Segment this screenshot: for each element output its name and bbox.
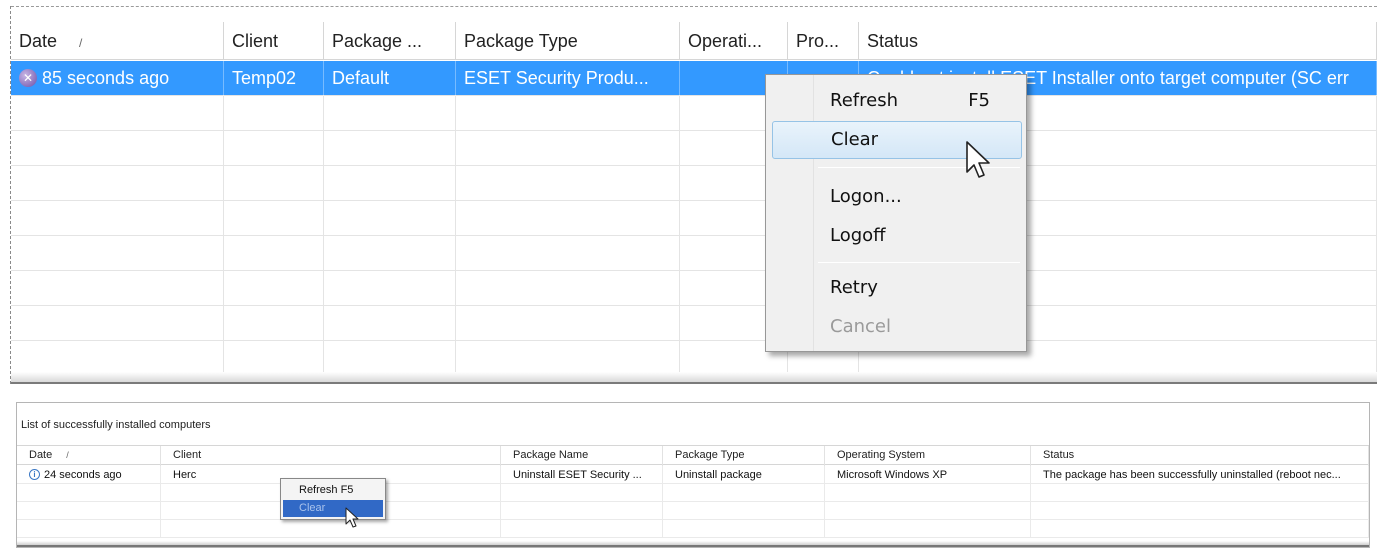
cell-date: ✕ 85 seconds ago xyxy=(11,61,224,96)
empty-row xyxy=(11,236,1377,271)
empty-row xyxy=(11,201,1377,236)
top-table-body: ✕ 85 seconds ago Temp02 Default ESET Secu… xyxy=(11,61,1377,376)
cell-package-name: Uninstall ESET Security ... xyxy=(501,466,663,484)
menu-item-label: Retry xyxy=(830,277,878,298)
info-icon: i xyxy=(29,468,40,480)
empty-row xyxy=(17,484,1369,502)
menu-separator xyxy=(818,262,1020,263)
sort-indicator-icon: / xyxy=(79,36,83,50)
column-header-status[interactable]: Status xyxy=(1031,446,1369,466)
empty-row xyxy=(11,131,1377,166)
menu-item-label: Refresh xyxy=(830,90,898,111)
cell-status: The package has been successfully uninst… xyxy=(1031,466,1369,484)
empty-row xyxy=(17,520,1369,538)
error-icon: ✕ xyxy=(19,68,37,87)
menu-item-refresh[interactable]: Refresh F5 xyxy=(772,82,1022,120)
top-panel: Date / Client Package ... Package Type Op… xyxy=(10,6,1377,384)
empty-row xyxy=(11,166,1377,201)
sort-indicator-icon: / xyxy=(66,450,69,460)
menu-item-logoff[interactable]: Logoff xyxy=(772,217,1022,255)
column-header-operating-system[interactable]: Operating System xyxy=(825,446,1031,466)
empty-row xyxy=(11,96,1377,131)
mouse-pointer-icon xyxy=(345,507,359,528)
panel-title: List of successfully installed computers xyxy=(21,419,211,431)
column-header-package-name[interactable]: Package Name xyxy=(501,446,663,466)
table-row[interactable]: ✕ 85 seconds ago Temp02 Default ESET Secu… xyxy=(11,61,1377,96)
empty-row xyxy=(17,502,1369,520)
bottom-table-body: i 24 seconds ago Herc Uninstall ESET Secu… xyxy=(17,466,1369,538)
context-menu: Refresh F5 Clear Logon... Logoff Retry Ca… xyxy=(765,74,1027,352)
menu-item-cancel: Cancel xyxy=(772,308,1022,346)
torn-edge-top xyxy=(11,6,1377,16)
column-header-label: Date xyxy=(19,31,58,51)
menu-item-clear[interactable]: Clear xyxy=(283,500,383,517)
menu-item-label: Clear xyxy=(831,129,879,150)
column-header-operating-system[interactable]: Operati... xyxy=(680,22,788,60)
mini-context-menu: Refresh F5 Clear xyxy=(280,478,386,520)
column-header-status[interactable]: Status xyxy=(859,22,1377,60)
column-header-date[interactable]: Date / xyxy=(11,22,224,60)
column-header-label: Date xyxy=(29,449,53,461)
table-row[interactable]: i 24 seconds ago Herc Uninstall ESET Secu… xyxy=(17,466,1369,484)
menu-item-label: Logon... xyxy=(830,186,902,207)
cell-date-text: 24 seconds ago xyxy=(44,469,122,481)
menu-item-refresh[interactable]: Refresh F5 xyxy=(283,482,383,499)
top-table-header: Date / Client Package ... Package Type Op… xyxy=(11,22,1377,60)
cell-client: Temp02 xyxy=(224,61,324,96)
empty-row xyxy=(11,306,1377,341)
menu-item-logon[interactable]: Logon... xyxy=(772,178,1022,216)
column-header-client[interactable]: Client xyxy=(161,446,501,466)
bottom-panel: List of successfully installed computers… xyxy=(16,402,1370,548)
empty-row xyxy=(11,341,1377,376)
column-header-progress[interactable]: Pro... xyxy=(788,22,859,60)
mouse-pointer-icon xyxy=(966,141,990,178)
cell-date: i 24 seconds ago xyxy=(17,466,161,484)
column-header-client[interactable]: Client xyxy=(224,22,324,60)
cell-package-type: Uninstall package xyxy=(663,466,825,484)
menu-item-label: Logoff xyxy=(830,225,886,246)
menu-item-label: Cancel xyxy=(830,316,891,337)
column-header-date[interactable]: Date / xyxy=(17,446,161,466)
torn-edge-bottom xyxy=(17,541,1369,547)
empty-row xyxy=(11,271,1377,306)
cell-package: Default xyxy=(324,61,456,96)
torn-edge-bottom xyxy=(11,372,1377,384)
column-header-package[interactable]: Package ... xyxy=(324,22,456,60)
column-header-package-type[interactable]: Package Type xyxy=(663,446,825,466)
bottom-table-header: Date / Client Package Name Package Type O… xyxy=(17,445,1369,466)
cell-date-text: 85 seconds ago xyxy=(42,68,170,88)
menu-item-retry[interactable]: Retry xyxy=(772,269,1022,307)
menu-item-shortcut: F5 xyxy=(968,90,990,111)
cell-operating-system: Microsoft Windows XP xyxy=(825,466,1031,484)
column-header-package-type[interactable]: Package Type xyxy=(456,22,680,60)
cell-package-type: ESET Security Produ... xyxy=(456,61,680,96)
